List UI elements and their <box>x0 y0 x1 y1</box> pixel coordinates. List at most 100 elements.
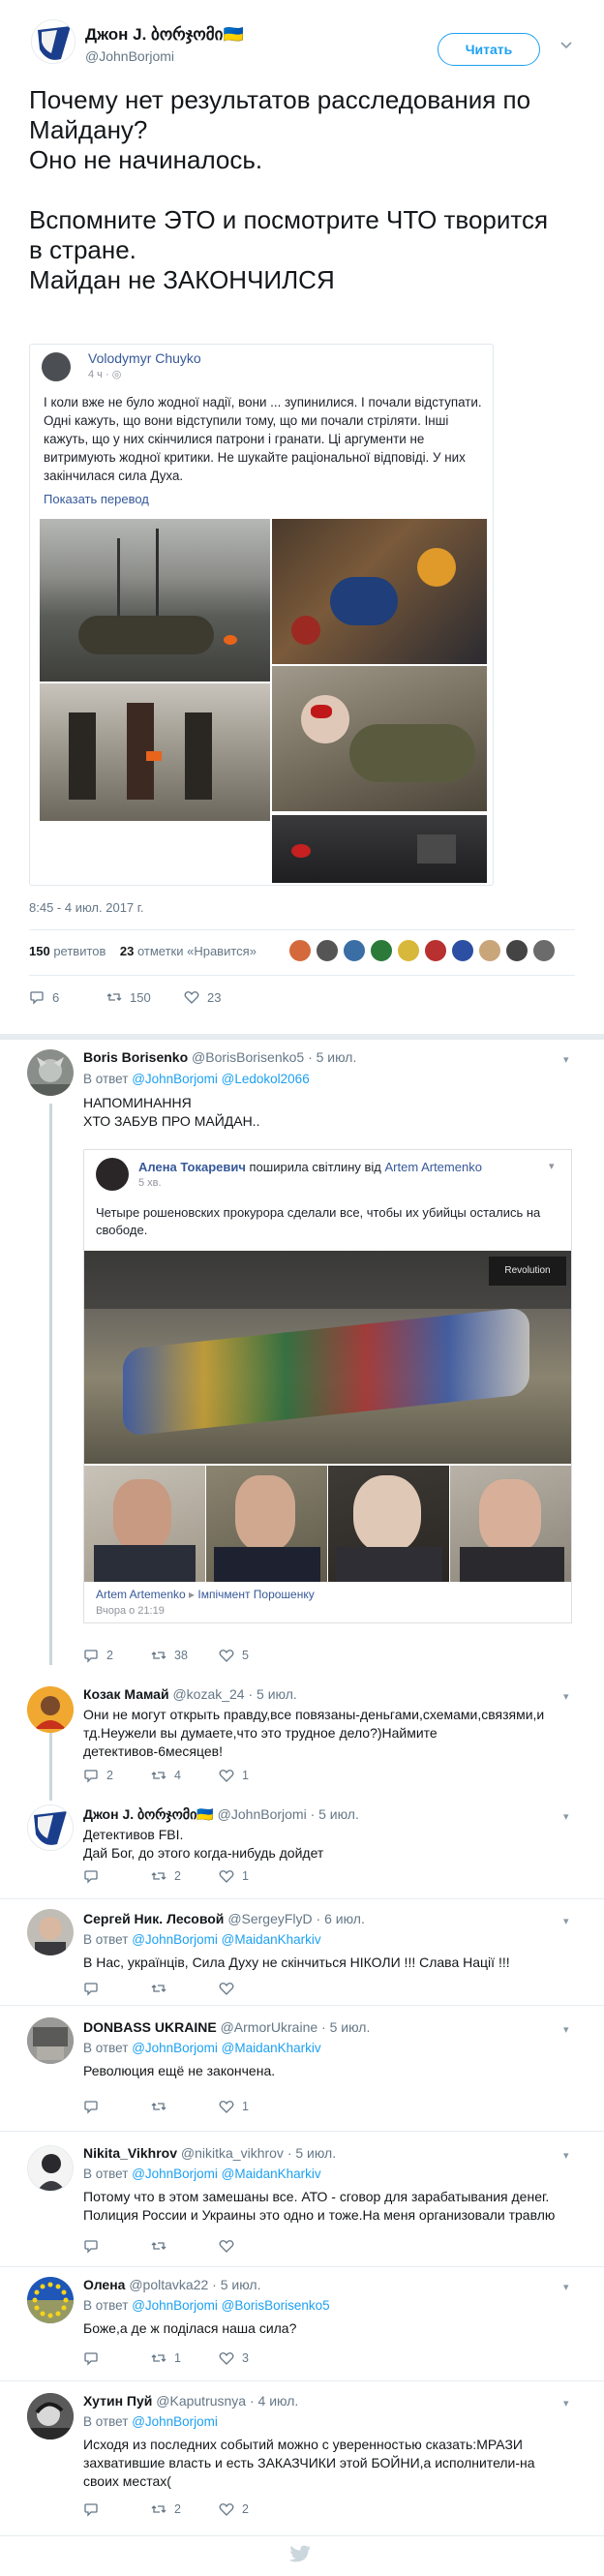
retweet-button[interactable]: 1 <box>151 2350 219 2366</box>
reply-button[interactable] <box>83 2099 151 2114</box>
reply-tweet[interactable]: DONBASS UKRAINE @ArmorUkraine · 5 июл. ▾… <box>0 2006 604 2132</box>
show-translation-link[interactable]: Показать перевод <box>44 492 149 506</box>
reply-author-handle[interactable]: @nikitka_vikhrov · 5 июл. <box>181 2145 336 2161</box>
like-button[interactable]: 23 <box>184 989 261 1005</box>
reply-author-name[interactable]: Сергей Ник. Лесовой <box>83 1911 224 1926</box>
reply-author-handle[interactable]: @JohnBorjomi · 5 июл. <box>218 1806 359 1822</box>
photo-prosecutor-1[interactable] <box>84 1466 205 1582</box>
retweet-button[interactable]: 38 <box>151 1648 219 1663</box>
photo-street-barricade[interactable] <box>40 519 270 682</box>
reply-author-handle[interactable]: @ArmorUkraine · 5 июл. <box>221 2019 371 2035</box>
reply-avatar[interactable] <box>27 1049 74 1096</box>
chevron-down-icon[interactable]: ▾ <box>563 2397 569 2409</box>
embedded-post[interactable]: Алена Токаревич поширила світлину від Ar… <box>83 1149 572 1623</box>
liker-avatar[interactable] <box>370 939 393 962</box>
chevron-down-icon[interactable]: ▾ <box>563 1690 569 1703</box>
embed-footer-group[interactable]: Імпічмент Порошенку <box>197 1588 314 1601</box>
reply-button[interactable] <box>83 2501 151 2517</box>
tweet-date[interactable]: 8:45 - 4 июл. 2017 г. <box>29 900 144 915</box>
user-avatar[interactable] <box>31 19 76 64</box>
reply-author-name[interactable]: Nikita_Vikhrov <box>83 2145 177 2161</box>
photo-prosecutor-4[interactable] <box>450 1466 571 1582</box>
like-button[interactable] <box>219 2238 287 2254</box>
retweet-button[interactable]: 2 <box>151 2501 219 2517</box>
reply-author-handle[interactable]: @Kaputrusnya · 4 июл. <box>156 2393 298 2409</box>
reply-tweet[interactable]: Олена @poltavka22 · 5 июл. ▾ В ответ @Jo… <box>0 2267 604 2381</box>
embed-author[interactable]: Алена Токаревич <box>138 1160 246 1174</box>
embed-shared-author[interactable]: Artem Artemenko <box>385 1160 482 1174</box>
retweet-button[interactable] <box>151 1981 219 1996</box>
like-button[interactable]: 5 <box>219 1648 287 1663</box>
photo-injured-helmet[interactable] <box>272 519 487 664</box>
reply-to-link[interactable]: @JohnBorjomi @BorisBorisenko5 <box>132 2298 330 2313</box>
reply-button[interactable] <box>83 1868 151 1884</box>
photo-wounded-man[interactable] <box>272 666 487 811</box>
chevron-down-icon[interactable] <box>559 39 575 54</box>
liker-avatar[interactable] <box>397 939 420 962</box>
reply-avatar[interactable] <box>27 1686 74 1733</box>
liker-avatar[interactable] <box>288 939 312 962</box>
reply-button[interactable] <box>83 2350 151 2366</box>
reply-author-handle[interactable]: @poltavka22 · 5 июл. <box>129 2277 260 2292</box>
reply-button[interactable]: 6 <box>29 989 106 1005</box>
liker-avatar[interactable] <box>505 939 528 962</box>
like-button[interactable]: 1 <box>219 1768 287 1783</box>
retweet-button[interactable]: 2 <box>151 1868 219 1884</box>
reply-avatar[interactable] <box>27 2393 74 2440</box>
reply-author-handle[interactable]: @kozak_24 · 5 июл. <box>172 1686 296 1702</box>
twitter-bird-icon[interactable] <box>288 2545 312 2569</box>
like-button[interactable]: 3 <box>219 2350 287 2366</box>
reply-to-link[interactable]: @JohnBorjomi @Ledokol2066 <box>132 1072 310 1086</box>
reply-tweet[interactable]: Хутин Пуй @Kaputrusnya · 4 июл. ▾ В отве… <box>0 2381 604 2536</box>
follow-button[interactable]: Читать <box>438 33 540 66</box>
reply-avatar[interactable] <box>27 1909 74 1955</box>
retweets-stat[interactable]: 150 ретвитов <box>29 944 106 958</box>
retweet-button[interactable] <box>151 2099 219 2114</box>
reply-to-link[interactable]: @JohnBorjomi @MaidanKharkiv <box>132 1932 321 1947</box>
reply-to-link[interactable]: @JohnBorjomi <box>132 2414 218 2429</box>
user-name[interactable]: Джон J. ბორჯომი🇺🇦 <box>85 25 244 45</box>
reply-tweet[interactable]: Козак Мамай @kozak_24 · 5 июл. ▾ Они не … <box>0 1679 604 1799</box>
reply-author-name[interactable]: Хутин Пуй <box>83 2393 152 2409</box>
liker-avatar[interactable] <box>343 939 366 962</box>
like-button[interactable]: 2 <box>219 2501 287 2517</box>
chevron-down-icon[interactable]: ▾ <box>563 2149 569 2162</box>
reply-tweet[interactable]: Сергей Ник. Лесовой @SergeyFlyD · 6 июл.… <box>0 1899 604 2006</box>
reply-author-name[interactable]: DONBASS UKRAINE <box>83 2019 217 2035</box>
chevron-down-icon[interactable]: ▾ <box>563 1810 569 1823</box>
reply-to-link[interactable]: @JohnBorjomi @MaidanKharkiv <box>132 2041 321 2055</box>
embed-footer-author[interactable]: Artem Artemenko <box>96 1588 186 1601</box>
user-handle[interactable]: @JohnBorjomi <box>85 48 174 64</box>
reply-avatar[interactable] <box>27 2017 74 2064</box>
retweet-button[interactable]: 4 <box>151 1768 219 1783</box>
retweet-button[interactable]: 150 <box>106 989 184 1005</box>
reply-author-name[interactable]: Олена <box>83 2277 125 2292</box>
photo-carrying-wounded[interactable] <box>40 683 270 821</box>
reply-author-handle[interactable]: @BorisBorisenko5 · 5 июл. <box>192 1049 356 1065</box>
chevron-down-icon[interactable]: ▾ <box>563 1053 569 1066</box>
reply-button[interactable] <box>83 1981 151 1996</box>
reply-author-name[interactable]: Козак Мамай <box>83 1686 169 1702</box>
facebook-post-card[interactable]: Volodymyr Chuyko 4 ч · ◎ І коли вже не б… <box>29 344 494 886</box>
photo-memorial[interactable]: Revolution <box>84 1251 571 1464</box>
reply-tweet[interactable]: Nikita_Vikhrov @nikitka_vikhrov · 5 июл.… <box>0 2132 604 2267</box>
reply-button[interactable] <box>83 2238 151 2254</box>
photo-fire-street[interactable] <box>272 815 487 883</box>
like-button[interactable]: 1 <box>219 2099 287 2114</box>
reply-author-handle[interactable]: @SergeyFlyD · 6 июл. <box>227 1911 365 1926</box>
retweet-button[interactable] <box>151 2238 219 2254</box>
reply-author-name[interactable]: Boris Borisenko <box>83 1049 188 1065</box>
likes-stat[interactable]: 23 отметки «Нравится» <box>120 944 257 958</box>
like-button[interactable] <box>219 1981 287 1996</box>
chevron-down-icon[interactable]: ▾ <box>549 1160 555 1172</box>
like-button[interactable]: 1 <box>219 1868 287 1884</box>
card-author-name[interactable]: Volodymyr Chuyko <box>88 350 201 366</box>
liker-avatar[interactable] <box>451 939 474 962</box>
chevron-down-icon[interactable]: ▾ <box>563 2023 569 2036</box>
reply-author-name[interactable]: Джон J. ბორჯომი🇺🇦 <box>83 1806 214 1822</box>
chevron-down-icon[interactable]: ▾ <box>563 1915 569 1927</box>
liker-avatar[interactable] <box>478 939 501 962</box>
chevron-down-icon[interactable]: ▾ <box>563 2281 569 2293</box>
reply-to-link[interactable]: @JohnBorjomi @MaidanKharkiv <box>132 2167 321 2181</box>
photo-prosecutor-2[interactable] <box>206 1466 327 1582</box>
